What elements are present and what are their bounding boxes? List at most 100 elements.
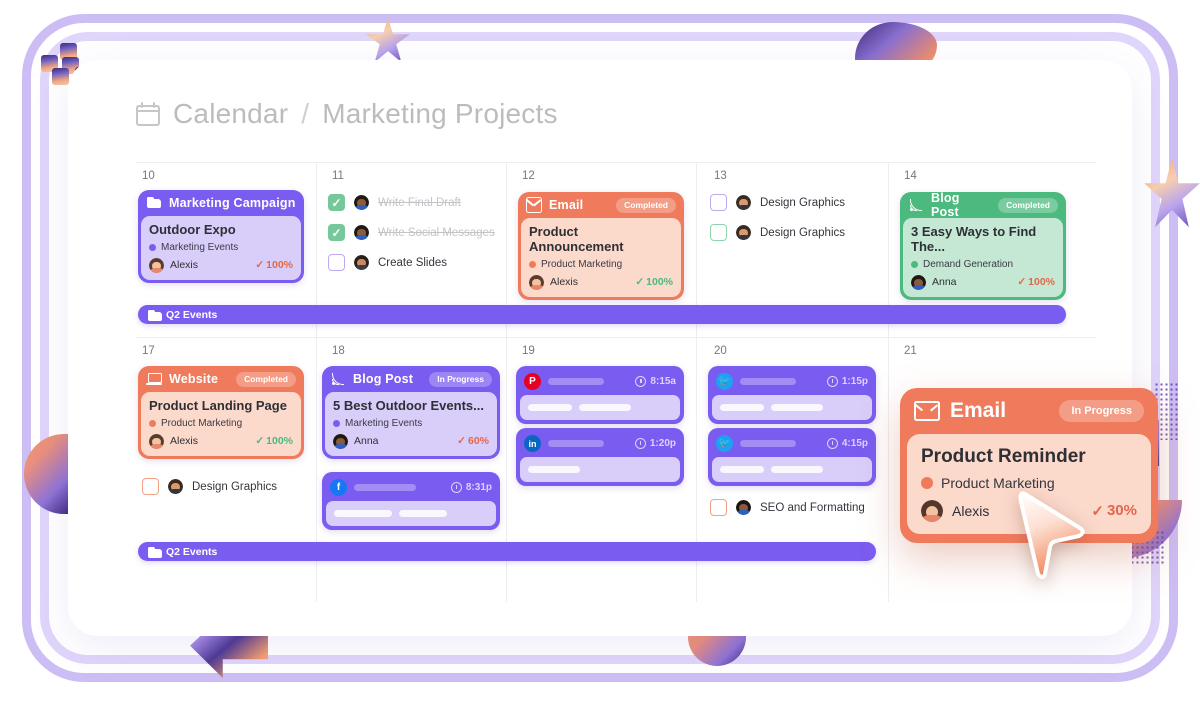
time-value: 1:20p bbox=[649, 438, 676, 449]
envelope-icon bbox=[526, 197, 542, 213]
twitter-icon: 🐦 bbox=[716, 373, 733, 390]
twitter-icon: 🐦 bbox=[716, 435, 733, 452]
card-header: Email Completed bbox=[518, 192, 684, 218]
task-row[interactable]: Design Graphics bbox=[142, 478, 277, 495]
event-card-blog-post[interactable]: Blog Post Completed 3 Easy Ways to Find … bbox=[900, 192, 1066, 300]
card-tag: Product Marketing bbox=[941, 475, 1055, 491]
social-card-body bbox=[712, 395, 872, 420]
tag-dot-icon bbox=[529, 260, 536, 268]
card-body: Outdoor Expo Marketing Events Alexis ✓ 1… bbox=[141, 216, 301, 280]
envelope-icon bbox=[914, 401, 940, 421]
time-value: 8:31p bbox=[465, 482, 492, 493]
card-assignee: Alexis bbox=[170, 259, 199, 272]
breadcrumb-root[interactable]: Calendar bbox=[173, 98, 288, 130]
placeholder-bar bbox=[579, 404, 631, 411]
progress-value: 100% bbox=[266, 435, 293, 448]
social-card-body bbox=[520, 395, 680, 420]
task-row[interactable]: Write Social Messages bbox=[328, 224, 495, 241]
social-post-card[interactable]: f 8:31p bbox=[322, 472, 500, 530]
avatar bbox=[149, 433, 164, 449]
day-number: 18 bbox=[332, 345, 345, 357]
status-badge: Completed bbox=[998, 197, 1058, 213]
event-card-blog-post[interactable]: Blog Post In Progress 5 Best Outdoor Eve… bbox=[322, 366, 500, 459]
social-post-card[interactable]: 🐦 1:15p bbox=[708, 366, 876, 424]
card-tag: Marketing Events bbox=[161, 241, 239, 253]
card-tag: Product Marketing bbox=[541, 258, 623, 270]
social-post-card[interactable]: P 8:15a bbox=[516, 366, 684, 424]
task-row[interactable]: SEO and Formatting bbox=[710, 499, 865, 516]
card-progress: ✓ 60% bbox=[457, 435, 489, 447]
card-header: Marketing Campaign bbox=[138, 190, 304, 216]
card-footer: Alexis ✓ 100% bbox=[149, 257, 293, 273]
checkbox-checked[interactable] bbox=[328, 224, 345, 241]
folder-icon bbox=[146, 195, 162, 211]
span-bar-q2-events[interactable]: Q2 Events bbox=[138, 305, 1066, 324]
social-post-card[interactable]: in 1:20p bbox=[516, 428, 684, 486]
linkedin-icon: in bbox=[524, 435, 541, 452]
placeholder-bar bbox=[740, 378, 796, 385]
tag-dot-icon bbox=[921, 477, 933, 489]
card-assignee: Anna bbox=[932, 276, 957, 289]
span-bar-label: Q2 Events bbox=[166, 545, 218, 558]
status-badge[interactable]: In Progress bbox=[1059, 400, 1144, 422]
card-progress: ✓ 100% bbox=[1017, 276, 1055, 288]
card-progress: ✓ 100% bbox=[255, 435, 293, 447]
day-number: 13 bbox=[714, 170, 727, 182]
day-number: 17 bbox=[142, 345, 155, 357]
day-number: 11 bbox=[332, 170, 344, 182]
span-bar-q2-events[interactable]: Q2 Events bbox=[138, 542, 876, 561]
breadcrumb-current[interactable]: Marketing Projects bbox=[322, 98, 557, 130]
task-row[interactable]: Create Slides bbox=[328, 254, 447, 271]
card-body: 3 Easy Ways to Find The... Demand Genera… bbox=[903, 218, 1063, 297]
check-icon: ✓ bbox=[255, 435, 265, 448]
card-footer: Anna ✓ 100% bbox=[911, 274, 1055, 290]
day-number: 14 bbox=[904, 170, 917, 182]
card-progress: ✓ 30% bbox=[1091, 502, 1137, 520]
card-type-label: Website bbox=[169, 372, 219, 386]
card-tag: Marketing Events bbox=[345, 417, 423, 429]
checkbox-unchecked[interactable] bbox=[710, 499, 727, 516]
rss-icon bbox=[908, 197, 924, 213]
clock-icon bbox=[450, 482, 462, 493]
task-label: Write Final Draft bbox=[378, 196, 461, 209]
card-type-label: Blog Post bbox=[353, 372, 414, 386]
task-label: Write Social Messages bbox=[378, 226, 495, 239]
card-assignee: Alexis bbox=[550, 276, 579, 289]
task-label: SEO and Formatting bbox=[760, 501, 865, 514]
checkbox-unchecked[interactable] bbox=[710, 224, 727, 241]
screenshot-root: Calendar / Marketing Projects 10 11 12 1… bbox=[0, 0, 1200, 710]
avatar bbox=[911, 274, 926, 290]
card-tag-row: Marketing Events bbox=[149, 242, 293, 253]
day-number: 19 bbox=[522, 345, 535, 357]
checkbox-checked[interactable] bbox=[328, 194, 345, 211]
checkbox-unchecked[interactable] bbox=[328, 254, 345, 271]
day-number: 20 bbox=[714, 345, 727, 357]
event-card-marketing-campaign[interactable]: Marketing Campaign Outdoor Expo Marketin… bbox=[138, 190, 304, 283]
pinterest-icon: P bbox=[524, 373, 541, 390]
task-row[interactable]: Design Graphics bbox=[710, 194, 845, 211]
card-header: Website Completed bbox=[138, 366, 304, 392]
social-post-card[interactable]: 🐦 4:15p bbox=[708, 428, 876, 486]
card-tag-row: Marketing Events bbox=[333, 418, 489, 429]
card-title: Product Landing Page bbox=[149, 398, 287, 413]
placeholder-bar bbox=[720, 404, 764, 411]
breadcrumb-separator: / bbox=[301, 98, 310, 129]
time-value: 4:15p bbox=[841, 438, 868, 449]
placeholder-bar bbox=[548, 378, 604, 385]
task-row[interactable]: Write Final Draft bbox=[328, 194, 461, 211]
card-progress: ✓ 100% bbox=[635, 276, 673, 288]
checkbox-unchecked[interactable] bbox=[142, 478, 159, 495]
calendar-icon bbox=[136, 102, 160, 126]
task-row[interactable]: Design Graphics bbox=[710, 224, 845, 241]
avatar bbox=[149, 257, 164, 273]
clock-icon bbox=[634, 438, 646, 449]
social-card-header: in 1:20p bbox=[516, 428, 684, 457]
floating-event-card-email[interactable]: Email In Progress Product Reminder Produ… bbox=[900, 388, 1158, 543]
card-type-label: Marketing Campaign bbox=[169, 196, 296, 210]
social-card-header: 🐦 4:15p bbox=[708, 428, 876, 457]
checkbox-unchecked[interactable] bbox=[710, 194, 727, 211]
event-card-website[interactable]: Website Completed Product Landing Page P… bbox=[138, 366, 304, 459]
card-body: 5 Best Outdoor Events... Marketing Event… bbox=[325, 392, 497, 456]
folder-icon bbox=[147, 545, 162, 558]
event-card-email[interactable]: Email Completed Product Announcement Pro… bbox=[518, 192, 684, 300]
